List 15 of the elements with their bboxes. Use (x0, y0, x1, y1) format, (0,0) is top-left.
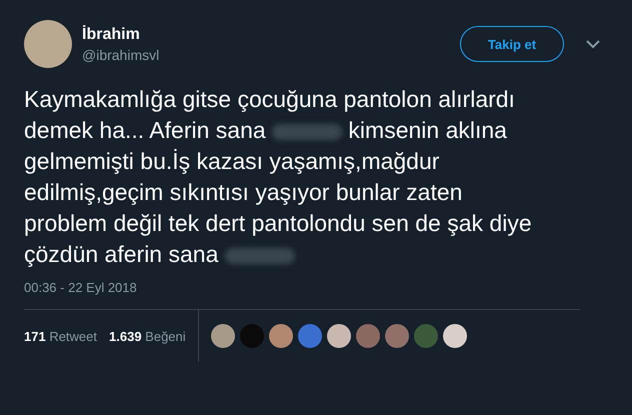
tweet-text: Kaymakamlığa gitse çocuğuna pantolon alırlardı demek ha... Aferin sana kimsenin aklına gelmemişti bu.İş kazası yaşamış,mağdur edilmiş,geçim sıkıntısı yaşıyor bunlar zaten problem değil tek dert pantolondu sen de şak diye çözdün aferin sana (24, 85, 533, 269)
blurred-word (224, 248, 295, 264)
avatar-photo[interactable] (24, 20, 72, 68)
liker-avatar[interactable] (268, 324, 293, 348)
caret-icon[interactable] (586, 40, 600, 48)
tweet-timestamp[interactable]: 00:36 - 22 Eyl 2018 (24, 280, 584, 295)
liker-avatar[interactable] (210, 324, 235, 348)
liker-avatar[interactable] (442, 324, 467, 348)
blurred-word (272, 124, 342, 140)
liker-avatar[interactable] (326, 324, 351, 348)
follow-button[interactable]: Takip et (460, 26, 564, 62)
author-name[interactable]: İbrahim (82, 26, 460, 44)
author-handle[interactable]: @ibrahimsvl (82, 46, 460, 62)
stat-link[interactable]: 1.639 Beğeni (109, 328, 186, 344)
stat-link[interactable]: 171 Retweet (24, 328, 98, 344)
